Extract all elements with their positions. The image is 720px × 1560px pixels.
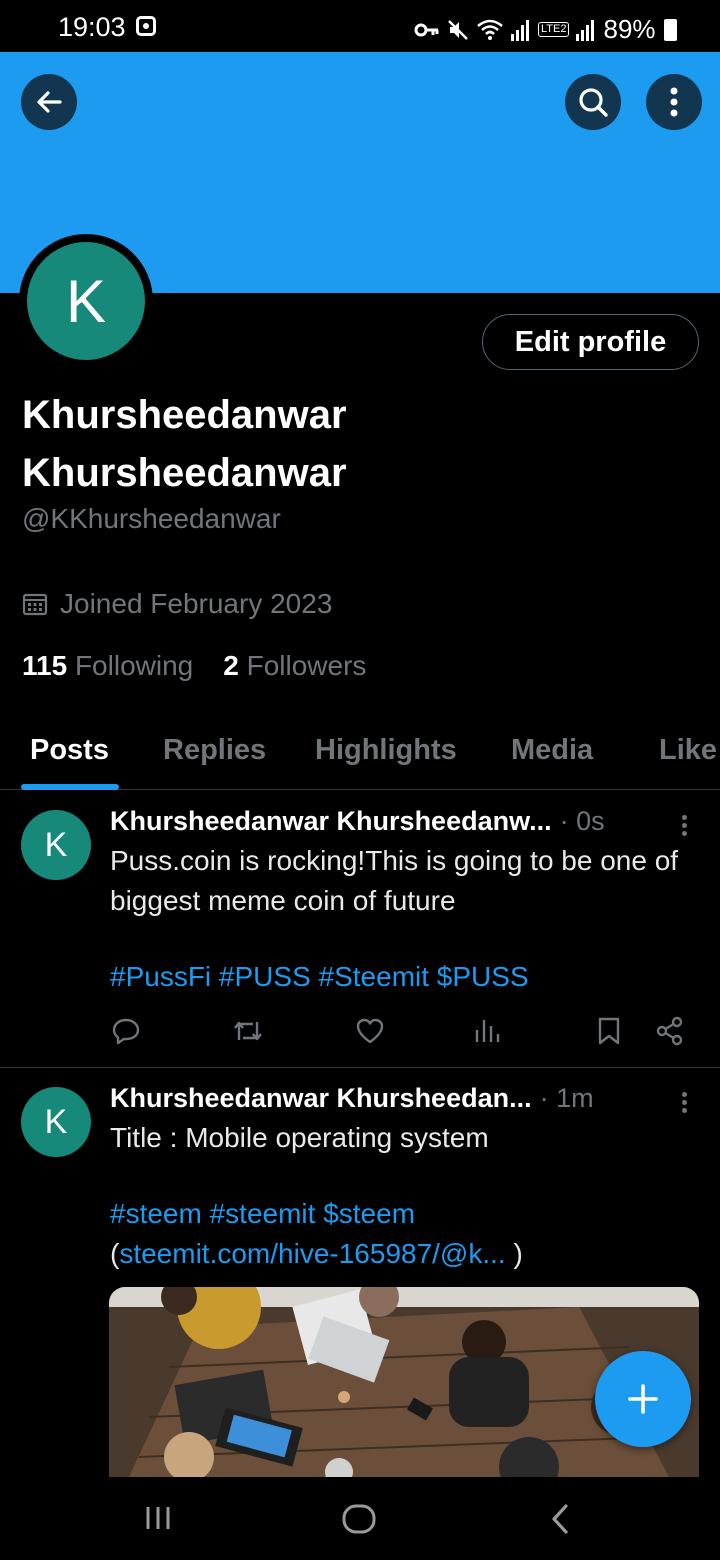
signal-icon bbox=[511, 19, 529, 41]
post-text: Puss.coin is rocking!This is going to be… bbox=[110, 845, 679, 916]
more-options-button[interactable] bbox=[646, 74, 702, 130]
search-button[interactable] bbox=[565, 74, 621, 130]
status-bar: 19:03 LTE2 89% bbox=[0, 0, 720, 52]
repost-icon[interactable] bbox=[231, 1016, 265, 1046]
post-author[interactable]: Khursheedanwar Khursheedan... bbox=[110, 1083, 532, 1114]
status-time: 19:03 bbox=[58, 12, 126, 42]
arrow-left-icon bbox=[37, 91, 62, 113]
views-icon[interactable] bbox=[474, 1016, 500, 1046]
post-more-button[interactable] bbox=[676, 1089, 692, 1119]
following-link[interactable]: 115 Following bbox=[22, 650, 193, 682]
edit-profile-button[interactable]: Edit profile bbox=[482, 314, 699, 370]
post-header: Khursheedanwar Khursheedan... · 1m bbox=[110, 1083, 670, 1114]
post-time: · 1m bbox=[539, 1083, 594, 1113]
back-button[interactable] bbox=[21, 74, 77, 130]
active-tab-indicator bbox=[21, 784, 119, 790]
reply-icon[interactable] bbox=[111, 1016, 141, 1046]
post-avatar[interactable]: K bbox=[21, 1087, 91, 1157]
profile-avatar[interactable]: K bbox=[27, 242, 145, 360]
key-icon bbox=[414, 23, 439, 36]
bookmark-icon[interactable] bbox=[596, 1016, 622, 1046]
following-count: 115 bbox=[22, 650, 68, 681]
post-avatar-letter: K bbox=[44, 825, 68, 864]
status-icons: LTE2 89% bbox=[414, 14, 677, 45]
post-time: · 0s bbox=[559, 806, 605, 836]
post-link-line: (steemit.com/hive-165987/@k... ) bbox=[110, 1238, 523, 1270]
display-name-line-2: Khursheedanwar bbox=[22, 451, 347, 495]
battery-icon bbox=[663, 18, 677, 41]
followers-count: 2 bbox=[223, 650, 239, 681]
post-header: Khursheedanwar Khursheedanw... · 0s bbox=[110, 806, 670, 837]
post-avatar[interactable]: K bbox=[21, 810, 91, 880]
recents-icon[interactable] bbox=[143, 1503, 173, 1533]
post-link[interactable]: steemit.com/hive-165987/@k... bbox=[119, 1238, 505, 1269]
plus-icon bbox=[628, 1384, 658, 1414]
tab-media[interactable]: Media bbox=[511, 734, 593, 767]
mute-icon bbox=[448, 19, 468, 40]
post-hashtags[interactable]: #PussFi #PUSS #Steemit $PUSS bbox=[110, 961, 529, 993]
post-divider bbox=[0, 1067, 720, 1068]
post-text: Title : Mobile operating system bbox=[110, 1122, 489, 1153]
compose-button[interactable] bbox=[595, 1351, 691, 1447]
joined-date: Joined February 2023 bbox=[22, 588, 332, 620]
avatar-letter: K bbox=[65, 267, 107, 335]
search-icon bbox=[579, 88, 608, 117]
system-nav-bar bbox=[0, 1477, 720, 1560]
display-name-line-1: Khursheedanwar bbox=[22, 393, 347, 437]
post-hashtags[interactable]: #steem #steemit $steem bbox=[110, 1198, 415, 1230]
display-name: Khursheedanwar Khursheedanwar bbox=[22, 386, 442, 502]
tab-highlights[interactable]: Highlights bbox=[315, 734, 457, 767]
tab-replies[interactable]: Replies bbox=[163, 734, 266, 767]
network-label: LTE2 bbox=[538, 22, 570, 37]
link-open-paren: ( bbox=[110, 1238, 120, 1269]
more-vertical-icon bbox=[670, 87, 678, 117]
followers-link[interactable]: 2 Followers bbox=[223, 650, 366, 682]
tab-likes[interactable]: Like bbox=[659, 734, 717, 767]
following-label: Following bbox=[74, 650, 194, 681]
post-avatar-letter: K bbox=[44, 1102, 68, 1141]
share-icon[interactable] bbox=[655, 1016, 685, 1046]
joined-text: Joined February 2023 bbox=[60, 588, 333, 619]
profile-handle: @KKhursheedanwar bbox=[22, 503, 281, 534]
tab-posts[interactable]: Posts bbox=[30, 734, 109, 767]
home-icon[interactable] bbox=[341, 1503, 377, 1535]
battery-text: 89% bbox=[603, 14, 656, 44]
follow-stats: 115 Following 2 Followers bbox=[22, 650, 366, 682]
signal-icon-2 bbox=[576, 19, 595, 41]
back-nav-icon[interactable] bbox=[548, 1503, 572, 1535]
post-actions bbox=[0, 1016, 720, 1056]
post-author[interactable]: Khursheedanwar Khursheedanw... bbox=[110, 806, 552, 837]
notification-icon bbox=[136, 16, 156, 36]
heart-icon[interactable] bbox=[355, 1016, 385, 1046]
wifi-icon bbox=[477, 19, 503, 40]
link-close-paren: ) bbox=[505, 1238, 523, 1269]
followers-label: Followers bbox=[246, 650, 367, 681]
profile-tabs: Posts Replies Highlights Media Like bbox=[0, 732, 720, 790]
calendar-icon bbox=[22, 593, 48, 616]
post-more-button[interactable] bbox=[676, 812, 692, 842]
